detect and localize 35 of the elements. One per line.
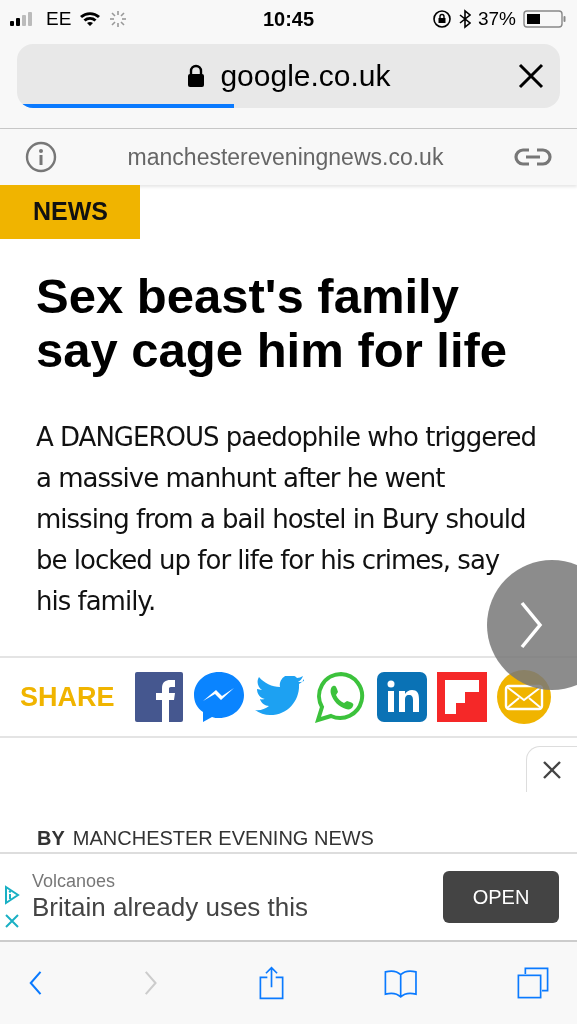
ad-headline: Britain already uses this: [32, 892, 310, 923]
byline-author: MANCHESTER EVENING NEWS: [72, 827, 374, 850]
lock-icon: [186, 64, 207, 88]
ad-choices-icon[interactable]: [4, 885, 20, 905]
facebook-share-button[interactable]: [134, 672, 183, 722]
close-icon[interactable]: [518, 63, 544, 89]
section-tag[interactable]: NEWS: [0, 185, 140, 239]
open-button[interactable]: OPEN: [443, 871, 559, 923]
ad-advertiser: Volcanoes: [32, 871, 117, 892]
whatsapp-share-button[interactable]: [314, 671, 367, 723]
site-domain: manchestereveningnews.co.uk: [127, 143, 444, 171]
linkedin-share-button[interactable]: [376, 672, 427, 722]
carrier-name: EE: [46, 8, 72, 30]
battery-percent: 37%: [477, 8, 516, 30]
bluetooth-icon: [458, 9, 471, 29]
byline-prefix: BY: [37, 827, 65, 850]
messenger-share-button[interactable]: [192, 671, 245, 723]
loading-spinner-icon: [109, 10, 128, 28]
close-icon: [542, 759, 562, 780]
flipboard-share-button[interactable]: [436, 672, 487, 722]
ad-banner[interactable]: Volcanoes Britain already uses this OPEN: [0, 852, 577, 942]
clock-time: 10:45: [262, 7, 315, 31]
address-bar[interactable]: google.co.uk: [17, 44, 560, 108]
rotation-lock-icon: [431, 9, 452, 29]
chevron-right-icon: [519, 600, 543, 650]
link-icon[interactable]: [514, 146, 552, 168]
page-url: google.co.uk: [220, 59, 391, 93]
article-headline: Sex beast's family say cage him for life: [36, 269, 509, 377]
ad-close-button[interactable]: [526, 746, 577, 792]
info-icon[interactable]: [25, 141, 57, 173]
share-label: SHARE: [20, 681, 115, 713]
wifi-icon: [79, 11, 102, 27]
twitter-share-button[interactable]: [254, 676, 305, 718]
battery-icon: [523, 9, 567, 29]
article-summary: A DANGEROUS paedophile who triggered a massive manhunt after he went missing from a bail hostel in Bury should be locked up for life for his crimes, say his family.: [36, 421, 537, 618]
